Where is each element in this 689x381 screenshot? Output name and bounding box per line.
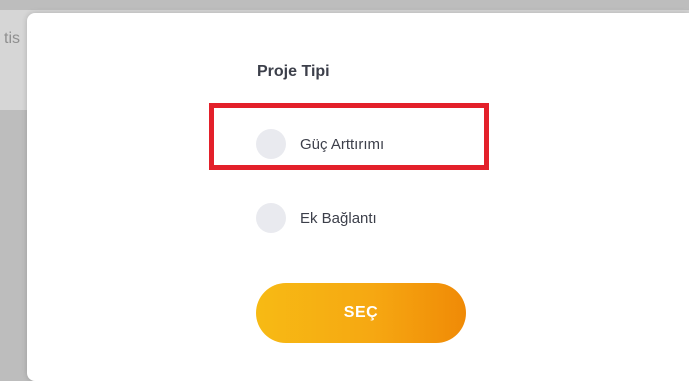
radio-option-label: Ek Bağlantı — [300, 209, 377, 227]
select-button[interactable]: SEÇ — [256, 283, 466, 343]
project-type-modal: Proje Tipi Güç Arttırımı Ek Bağlantı SEÇ — [27, 13, 689, 381]
radio-unchecked-icon[interactable] — [256, 129, 286, 159]
radio-option-ek-baglanti[interactable]: Ek Bağlantı — [256, 203, 377, 233]
radio-option-label: Güç Arttırımı — [300, 135, 385, 153]
background-partial-text: tis — [4, 30, 20, 47]
radio-unchecked-icon[interactable] — [256, 203, 286, 233]
modal-title: Proje Tipi — [257, 63, 330, 80]
radio-option-guc-arttirimi[interactable]: Güç Arttırımı — [256, 129, 384, 159]
